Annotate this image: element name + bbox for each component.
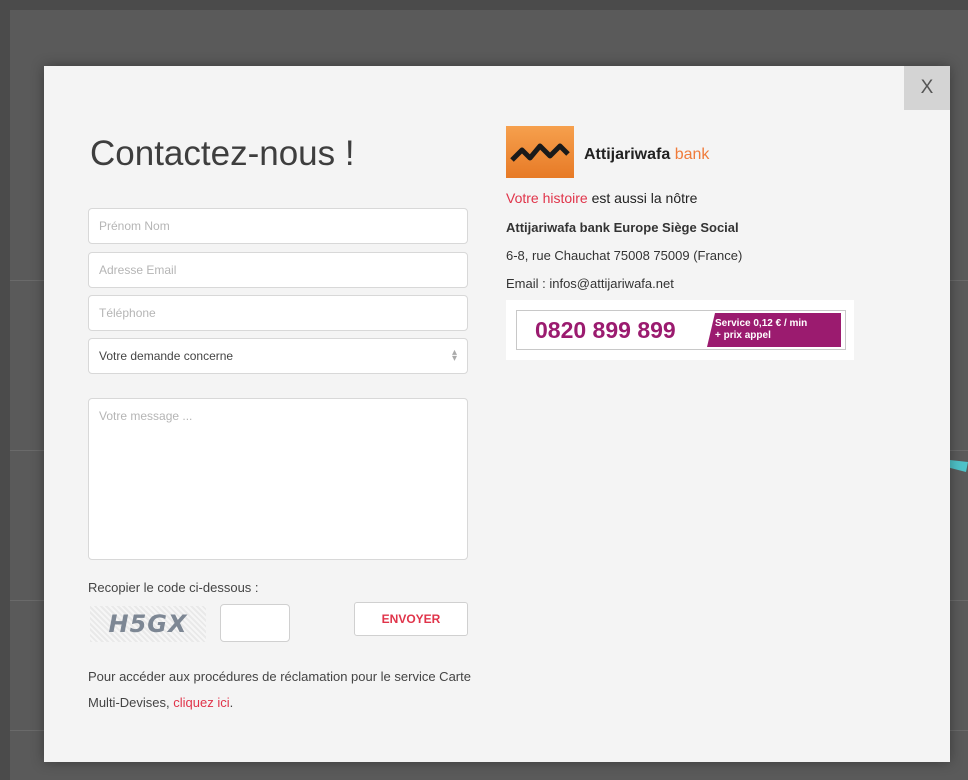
reclamation-body: Pour accéder aux procédures de réclamati… [88, 669, 471, 710]
slogan-rest: est aussi la nôtre [591, 190, 698, 206]
brand-name-main: Attijariwafa [584, 146, 671, 163]
phone-banner: 0820 899 899 Service 0,12 € / min + prix… [516, 310, 846, 350]
brand-name: Attijariwafa bank [584, 146, 709, 164]
phone-number: 0820 899 899 [535, 316, 676, 343]
contact-modal: X Contactez-nous ! Votre demande concern… [44, 66, 950, 762]
phone-field[interactable] [88, 295, 468, 331]
close-button[interactable]: X [904, 66, 950, 110]
phone-tariff-line1: Service 0,12 € / min [715, 318, 808, 329]
reclamation-link[interactable]: cliquez ici [173, 695, 229, 710]
phone-tariff-badge: Service 0,12 € / min + prix appel [707, 313, 841, 347]
captcha-input[interactable] [220, 604, 290, 642]
phone-tariff-line2: + prix appel [715, 330, 771, 341]
slogan-accent: Votre histoire [506, 190, 588, 206]
select-arrows-icon: ▴ ▾ [451, 347, 457, 364]
contact-email: Email : infos@attijariwafa.net [506, 276, 674, 291]
slogan: Votre histoire est aussi la nôtre [506, 190, 697, 206]
modal-title: Contactez-nous ! [90, 134, 355, 173]
send-button[interactable]: ENVOYER [354, 602, 468, 636]
reclamation-text: Pour accéder aux procédures de réclamati… [88, 664, 488, 716]
phone-card: 0820 899 899 Service 0,12 € / min + prix… [506, 300, 854, 360]
address: 6-8, rue Chauchat 75008 75009 (France) [506, 248, 743, 263]
reclamation-end: . [229, 695, 234, 710]
subject-select[interactable]: Votre demande concerne ▴ ▾ [88, 338, 468, 374]
subject-select-value: Votre demande concerne [99, 349, 234, 363]
message-textarea[interactable] [88, 398, 468, 560]
email-field[interactable] [88, 252, 468, 288]
captcha-label: Recopier le code ci-dessous : [88, 580, 259, 595]
captcha-code: H5GX [108, 610, 188, 638]
captcha-image: H5GX [90, 606, 206, 642]
brand-logo-icon [510, 143, 570, 162]
name-field[interactable] [88, 208, 468, 244]
brand-name-suffix: bank [674, 146, 710, 163]
brand-logo [506, 126, 574, 178]
headquarters: Attijariwafa bank Europe Siège Social [506, 220, 739, 235]
